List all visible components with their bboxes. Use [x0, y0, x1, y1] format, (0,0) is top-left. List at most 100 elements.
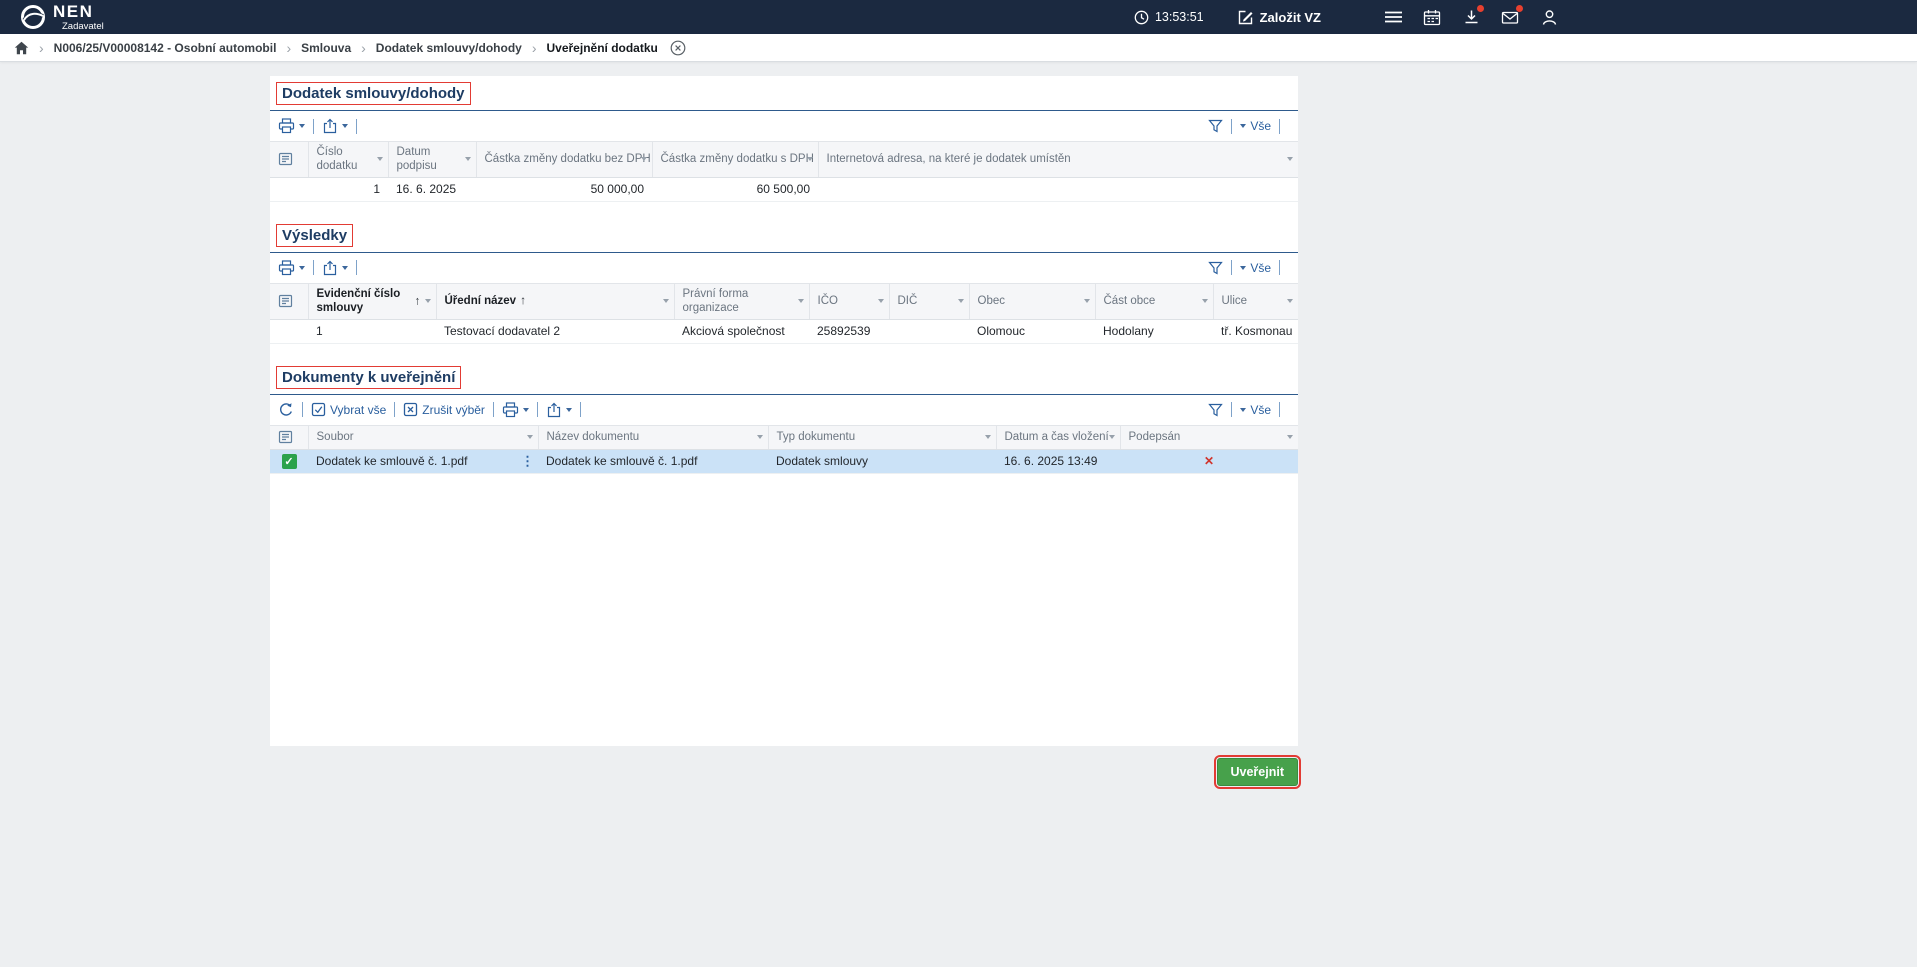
export-button[interactable]: [322, 260, 348, 276]
footer-actions: Uveřejnit: [270, 746, 1298, 786]
toolbar-divider: [1231, 119, 1232, 134]
refresh-button[interactable]: [278, 402, 294, 418]
column-header-cislo-dodatku[interactable]: Číslo dodatku: [308, 142, 388, 178]
cell-datum-podpisu: 16. 6. 2025: [388, 177, 476, 201]
chevron-down-icon[interactable]: [523, 408, 529, 412]
nen-logo[interactable]: NEN Zadavatel: [20, 3, 104, 32]
dodatek-row[interactable]: 1 16. 6. 2025 50 000,00 60 500,00: [270, 177, 1298, 201]
chevron-down-icon[interactable]: [299, 124, 305, 128]
column-settings-icon[interactable]: [270, 283, 308, 319]
filter-icon[interactable]: [798, 299, 804, 303]
filter-icon[interactable]: [958, 299, 964, 303]
clear-selection-button[interactable]: Zrušit výběr: [403, 402, 485, 417]
column-header-pravni-forma[interactable]: Právní forma organizace: [674, 283, 809, 319]
column-header-ico[interactable]: IČO: [809, 283, 889, 319]
session-time: 13:53:51: [1155, 10, 1204, 24]
filter-icon[interactable]: [807, 157, 813, 161]
column-header-datum-podpisu[interactable]: Datum podpisu: [388, 142, 476, 178]
filter-icon[interactable]: [1287, 299, 1293, 303]
filter-icon[interactable]: [425, 299, 431, 303]
column-header-internetova-adresa[interactable]: Internetová adresa, na které je dodatek …: [818, 142, 1298, 178]
section-header: Dodatek smlouvy/dohody: [270, 76, 1298, 111]
column-header-uredni-nazev[interactable]: Úřední název↑: [436, 283, 674, 319]
cell-ulice: tř. Kosmonau: [1213, 319, 1298, 343]
column-header-obec[interactable]: Obec: [969, 283, 1095, 319]
print-button[interactable]: [278, 118, 305, 134]
home-icon[interactable]: [14, 41, 29, 55]
row-menu-icon[interactable]: ⋮: [521, 455, 534, 468]
filter-icon[interactable]: [1287, 157, 1293, 161]
menu-icon[interactable]: [1383, 8, 1403, 26]
cell-castka-bez-dph: 50 000,00: [476, 177, 652, 201]
filter-button[interactable]: [1208, 403, 1223, 417]
filter-button[interactable]: [1208, 261, 1223, 275]
export-button[interactable]: [322, 118, 348, 134]
breadcrumb-item-procurement[interactable]: N006/25/V00008142 - Osobní automobil: [54, 41, 277, 55]
cell-uredni-nazev: Testovací dodavatel 2: [436, 319, 674, 343]
filter-icon[interactable]: [985, 435, 991, 439]
not-signed-icon: ✕: [1204, 454, 1214, 468]
column-header-soubor[interactable]: Soubor: [308, 425, 538, 449]
column-header-typ-dokumentu[interactable]: Typ dokumentu: [768, 425, 996, 449]
print-button[interactable]: [502, 402, 529, 418]
filter-icon[interactable]: [465, 157, 471, 161]
column-header-podepsan[interactable]: Podepsán: [1120, 425, 1298, 449]
empty-table-area: [270, 474, 1298, 746]
chevron-down-icon: [1240, 124, 1246, 128]
view-all-dropdown[interactable]: Vše: [1240, 119, 1271, 133]
breadcrumb-item-dodatek[interactable]: Dodatek smlouvy/dohody: [376, 41, 522, 55]
view-all-dropdown[interactable]: Vše: [1240, 403, 1271, 417]
toolbar-divider: [313, 119, 314, 134]
print-button[interactable]: [278, 260, 305, 276]
filter-icon[interactable]: [1287, 435, 1293, 439]
select-all-button[interactable]: Vybrat vše: [311, 402, 386, 417]
create-vz-button[interactable]: Založit VZ: [1238, 9, 1321, 25]
filter-icon[interactable]: [757, 435, 763, 439]
cell-evidencni-cislo: 1: [308, 319, 436, 343]
filter-icon[interactable]: [1084, 299, 1090, 303]
filter-button[interactable]: [1208, 119, 1223, 133]
publish-button[interactable]: Uveřejnit: [1217, 758, 1299, 786]
chevron-down-icon[interactable]: [342, 124, 348, 128]
column-header-cast-obce[interactable]: Část obce: [1095, 283, 1213, 319]
dokumenty-toolbar: Vybrat vše Zrušit výběr: [270, 395, 1298, 425]
column-settings-icon[interactable]: [270, 425, 308, 449]
row-checkbox-checked[interactable]: ✓: [282, 454, 297, 469]
filter-icon[interactable]: [641, 157, 647, 161]
chevron-down-icon[interactable]: [299, 266, 305, 270]
vysledky-row[interactable]: 1 Testovací dodavatel 2 Akciová společno…: [270, 319, 1298, 343]
close-icon[interactable]: [670, 40, 686, 56]
section-dokumenty: Dokumenty k uveřejnění Vybrat vše: [270, 360, 1298, 746]
column-header-castka-bez-dph[interactable]: Částka změny dodatku bez DPH: [476, 142, 652, 178]
user-icon[interactable]: [1539, 8, 1559, 26]
filter-icon[interactable]: [1109, 435, 1115, 439]
dokumenty-table: Soubor Název dokumentu Typ dokumentu: [270, 425, 1298, 474]
cell-cislo-dodatku: 1: [308, 177, 388, 201]
chevron-right-icon: ›: [361, 40, 366, 56]
dokument-row[interactable]: ✓ Dodatek ke smlouvě č. 1.pdf ⋮ Dodatek …: [270, 449, 1298, 473]
breadcrumb-item-smlouva[interactable]: Smlouva: [301, 41, 351, 55]
export-button[interactable]: [546, 402, 572, 418]
download-icon[interactable]: [1461, 8, 1481, 26]
column-header-datum-vlozeni[interactable]: Datum a čas vložení: [996, 425, 1120, 449]
filter-icon[interactable]: [878, 299, 884, 303]
column-header-ulice[interactable]: Ulice: [1213, 283, 1298, 319]
filter-icon[interactable]: [527, 435, 533, 439]
chevron-down-icon[interactable]: [566, 408, 572, 412]
chevron-right-icon: ›: [532, 40, 537, 56]
column-settings-icon[interactable]: [270, 142, 308, 178]
calendar-icon[interactable]: [1422, 8, 1442, 26]
column-header-evidencni-cislo[interactable]: Evidenční číslo smlouvy ↑: [308, 283, 436, 319]
section-header: Výsledky: [270, 218, 1298, 253]
filter-icon[interactable]: [377, 157, 383, 161]
chevron-down-icon[interactable]: [342, 266, 348, 270]
toolbar-divider: [580, 402, 581, 417]
filter-icon[interactable]: [1202, 299, 1208, 303]
filter-icon[interactable]: [663, 299, 669, 303]
mail-icon[interactable]: [1500, 8, 1520, 26]
column-header-castka-s-dph[interactable]: Částka změny dodatku s DPH: [652, 142, 818, 178]
view-all-dropdown[interactable]: Vše: [1240, 261, 1271, 275]
column-header-dic[interactable]: DIČ: [889, 283, 969, 319]
breadcrumb-item-uverejneni: Uveřejnění dodatku: [547, 41, 658, 55]
column-header-nazev-dokumentu[interactable]: Název dokumentu: [538, 425, 768, 449]
